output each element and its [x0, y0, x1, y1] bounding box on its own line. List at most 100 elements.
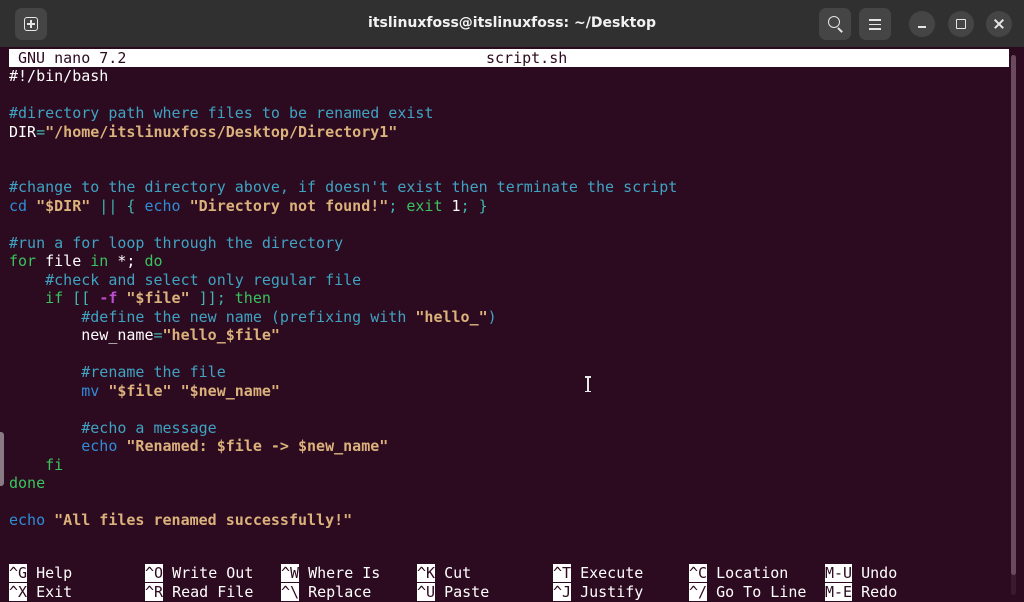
code-token: #echo a message [9, 418, 217, 437]
shortcut-key: M-U [825, 564, 853, 582]
code-line[interactable] [9, 160, 1009, 179]
code-token: for [9, 252, 37, 270]
code-token: || { [90, 196, 145, 215]
code-line[interactable]: #echo a message [9, 419, 1009, 438]
shortcut-item[interactable]: ^G Help [9, 564, 72, 583]
shortcut-label: Help [27, 564, 73, 582]
code-line[interactable]: #check and select only regular file [9, 271, 1009, 290]
scrollbar[interactable] [1011, 55, 1016, 595]
text-cursor-icon [585, 376, 591, 392]
code-line[interactable]: fi [9, 456, 1009, 475]
maximize-button[interactable] [948, 11, 974, 37]
code-line[interactable]: echo "Renamed: $file -> $new_name" [9, 437, 1009, 456]
shortcut-item[interactable]: ^U Paste [417, 582, 490, 602]
code-line[interactable]: #define the new name (prefixing with "he… [9, 308, 1009, 327]
shortcut-key: ^R [145, 582, 164, 601]
shortcut-item[interactable]: ^C Location [689, 564, 788, 583]
shortcut-item[interactable]: M-U Undo [825, 564, 897, 583]
code-line[interactable]: #run a for loop through the directory [9, 234, 1009, 253]
code-editor[interactable]: #!/bin/bash #directory path where files … [9, 67, 1009, 530]
scrollbar-thumb[interactable] [1011, 55, 1016, 575]
shortcut-label: Location [707, 564, 789, 582]
code-line[interactable]: done [9, 474, 1009, 493]
code-line[interactable] [9, 215, 1009, 234]
nano-header-bar: GNU nano 7.2 script.sh [9, 49, 1009, 67]
code-token: do [144, 252, 163, 270]
shortcut-item[interactable]: ^/ Go To Line [689, 582, 807, 602]
search-button[interactable] [819, 8, 851, 40]
shortcut-item[interactable]: ^X Exit [9, 582, 73, 602]
shortcut-item[interactable]: M-E Redo [825, 582, 897, 602]
code-token: "$file" [108, 381, 172, 400]
code-line[interactable]: for file in *; do [9, 252, 1009, 271]
shortcut-item[interactable]: ^O Write Out [145, 564, 253, 583]
shortcut-label: Read File [163, 582, 254, 601]
minimize-button[interactable] [909, 11, 935, 37]
code-token: fi [9, 455, 64, 474]
terminal-window: itslinuxfoss@itslinuxfoss: ~/Desktop GNU… [0, 0, 1024, 602]
code-token: if [45, 289, 64, 307]
nano-version: GNU nano 7.2 [18, 49, 127, 67]
code-token: [[ [63, 289, 100, 307]
shortcut-item[interactable]: ^K Cut [417, 564, 471, 583]
shortcut-label: Go To Line [707, 582, 807, 601]
shortcut-label: Exit [27, 582, 73, 601]
code-line[interactable] [9, 141, 1009, 160]
shortcut-key: ^C [689, 564, 708, 582]
code-line[interactable]: if [[ -f "$file" ]]; then [9, 289, 1009, 308]
code-line[interactable]: DIR="/home/itslinuxfoss/Desktop/Director… [9, 123, 1009, 142]
code-token: echo [144, 196, 181, 215]
code-line[interactable]: cd "$DIR" || { echo "Directory not found… [9, 197, 1009, 216]
code-line[interactable] [9, 86, 1009, 105]
code-token: "hello_" [415, 307, 488, 326]
menu-button[interactable] [859, 8, 891, 40]
code-token: 1 [442, 196, 461, 215]
shortcut-item[interactable]: ^J Justify [553, 582, 643, 602]
code-token: #run a for loop through the directory [9, 233, 344, 252]
shortcut-key: ^J [553, 582, 572, 601]
code-token: exit [406, 196, 443, 215]
code-token: = [153, 326, 163, 344]
shortcut-label: Replace [299, 582, 372, 601]
shortcut-item[interactable]: ^T Execute [553, 564, 643, 583]
code-token: #!/bin/bash [9, 67, 109, 85]
code-line[interactable]: #rename the file [9, 363, 1009, 382]
code-token: #check and select only regular file [9, 270, 362, 289]
code-line[interactable]: #directory path where files to be rename… [9, 104, 1009, 123]
code-token: "Renamed: $file -> $new_name" [126, 437, 389, 455]
code-token: #change to the directory above, if doesn… [9, 178, 678, 196]
code-token: new_name [9, 326, 154, 344]
shortcut-item[interactable]: ^W Where Is [281, 564, 380, 583]
terminal-area[interactable]: GNU nano 7.2 script.sh #!/bin/bash #dire… [0, 47, 1024, 602]
code-token: ) [487, 307, 497, 326]
shortcut-key: ^U [417, 582, 436, 601]
code-token: DIR [9, 122, 37, 141]
code-line[interactable] [9, 400, 1009, 419]
close-button[interactable] [986, 11, 1012, 37]
code-line[interactable]: #!/bin/bash [9, 67, 1009, 86]
code-line[interactable]: #change to the directory above, if doesn… [9, 178, 1009, 197]
shortcut-item[interactable]: ^R Read File [145, 582, 254, 602]
code-token: in [90, 252, 109, 270]
code-token: "/home/itslinuxfoss/Desktop/Directory1" [45, 122, 398, 141]
code-token: then [234, 289, 271, 307]
title-bar: itslinuxfoss@itslinuxfoss: ~/Desktop [0, 0, 1024, 47]
code-token: ; } [460, 196, 488, 215]
code-token: #rename the file [9, 363, 226, 381]
code-line[interactable]: new_name="hello_$file" [9, 326, 1009, 345]
code-line[interactable] [9, 345, 1009, 364]
shortcut-item[interactable]: ^\ Replace [281, 582, 372, 602]
code-line[interactable]: echo "All files renamed successfully!" [9, 511, 1009, 530]
code-line[interactable] [9, 493, 1009, 512]
window-edge-handle [0, 432, 4, 486]
shortcut-key: M-E [825, 582, 853, 601]
code-token: done [9, 474, 46, 492]
file-name: script.sh [486, 49, 568, 67]
code-token: -f [99, 289, 118, 307]
shortcut-label: Paste [435, 582, 490, 601]
code-line[interactable]: mv "$file" "$new_name" [9, 382, 1009, 401]
